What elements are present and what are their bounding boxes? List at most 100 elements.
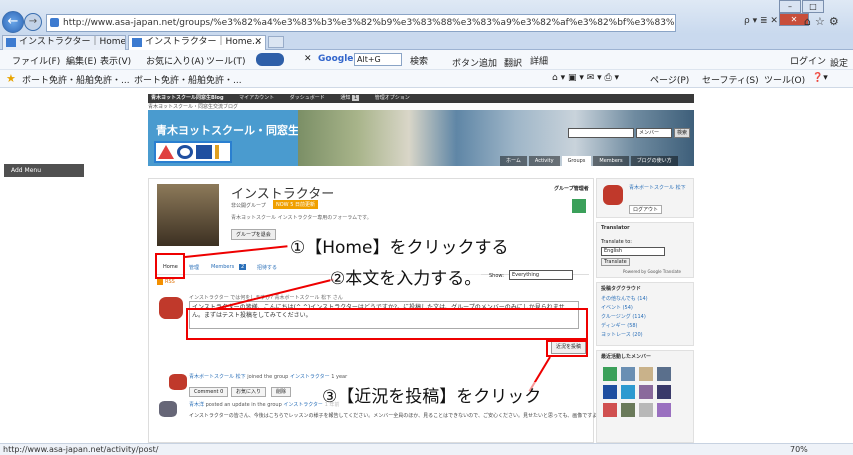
menu-tools[interactable]: ツール(T) [206,54,246,67]
tab-page-icon [132,38,142,47]
member-avatar[interactable] [657,403,671,417]
google-search-field[interactable]: Alt+G [354,53,402,66]
member-avatar[interactable] [639,367,653,381]
tab-label: インストラクター｜Home... [145,37,261,47]
logout-button[interactable]: ログアウト [629,205,663,214]
menu-view[interactable]: 表示(V) [100,54,131,67]
detail-button[interactable]: 詳細 [530,54,548,67]
activity-2-avatar[interactable] [159,401,177,417]
member-avatar[interactable] [621,367,635,381]
nav-blog-guide[interactable]: ブログの使い方 [630,156,678,166]
member-avatar[interactable] [621,385,635,399]
activity-2-line: 青木洋 posted an update in the group インストラク… [189,401,339,408]
right-sidebar: 青木ボートスクール 松下 ログアウト Translator Translate … [596,178,694,443]
nav-activity[interactable]: Activity [528,156,560,166]
profile-avatar[interactable] [603,185,623,205]
toolbar-pill-icon[interactable] [256,53,284,66]
google-logo: Google [318,54,354,64]
member-avatar[interactable] [603,403,617,417]
favorites-star-icon[interactable]: ★ [6,72,16,85]
language-select[interactable]: English [601,247,665,256]
menu-favorites[interactable]: お気に入り(A) [146,54,204,67]
menu-edit[interactable]: 編集(E) [66,54,97,67]
nav-members[interactable]: Members [593,156,629,166]
tag-item[interactable]: その他なんでも (14) [597,294,693,303]
login-button[interactable]: ログイン [790,54,826,67]
zoom-level[interactable]: 70% [790,444,808,455]
member-avatar[interactable] [657,367,671,381]
fav-link-1[interactable]: ボート免許・船舶免許・... [22,73,130,86]
site-search-button[interactable]: 検索 [674,128,690,138]
member-avatar[interactable] [603,367,617,381]
comment-button[interactable]: Comment 0 [189,387,229,397]
profile-name[interactable]: 青木ボートスクール 松下 [625,183,690,192]
address-tools[interactable]: ρ ▾ ≣ ✕ [744,16,778,26]
translator-heading: Translator [601,225,630,231]
tab-2-active[interactable]: インストラクター｜Home... ✕ [128,35,266,50]
google-search-button[interactable]: 検索 [410,54,428,67]
forward-button[interactable]: → [24,13,42,31]
translate-button[interactable]: 翻訳 [504,56,522,69]
menu-file[interactable]: ファイル(F) [12,54,60,67]
tag-item[interactable]: イベント (54) [597,303,693,312]
annotation-step1: ①【Home】をクリックする [290,233,509,258]
rss-link[interactable]: RSS [157,279,175,285]
menu-page[interactable]: ページ(P) [650,73,689,86]
member-avatar[interactable] [639,385,653,399]
member-avatar[interactable] [657,385,671,399]
command-icons[interactable]: ⌂ ▾ ▣ ▾ ✉ ▾ ⎙ ▾ [552,73,619,83]
activity-2-group[interactable]: インストラクター [283,402,323,408]
menu-tools-cmd[interactable]: ツール(O) [764,73,805,86]
settings-button[interactable]: 設定 [830,56,848,69]
activity-avatar[interactable] [169,374,187,390]
member-avatar[interactable] [639,403,653,417]
activity-1-group[interactable]: インストラクター [290,374,330,380]
back-button[interactable]: ← [2,11,24,33]
search-type-select[interactable]: メンバー [636,128,672,138]
show-filter-select[interactable]: Everything [509,270,573,280]
tab-close-icon[interactable]: ✕ [254,36,262,49]
site-search-input[interactable] [568,128,634,138]
admin-bar-dashboard[interactable]: ダッシュボード [276,95,325,101]
favorite-button[interactable]: お気に入り [231,387,267,397]
translate-button[interactable]: Translate [601,258,630,266]
admin-bar-site[interactable]: 青木ヨットスクール同窓生Blog [148,95,224,101]
tag-item[interactable]: クルージング (114) [597,312,693,321]
leave-group-button[interactable]: グループを退会 [231,229,276,240]
new-tab-button[interactable] [268,36,284,48]
tag-item[interactable]: ヨットレース (20) [597,330,693,339]
address-bar[interactable]: http://www.asa-japan.net/groups/%e3%82%a… [46,14,676,32]
subnav-admin[interactable]: 管理 [189,264,199,271]
add-menu-panel[interactable]: Add Menu [4,164,84,177]
banner-nav: ホーム Activity Groups Members ブログの使い方 [498,155,678,166]
current-user-avatar[interactable] [159,297,183,319]
subnav-members[interactable]: Members [211,264,234,270]
tab-1[interactable]: インストラクター｜Home｜... [2,35,126,50]
home-star-gear-icons[interactable]: ⌂☆⚙ [804,15,843,28]
member-avatar[interactable] [621,403,635,417]
nav-groups[interactable]: Groups [561,156,592,166]
help-icon[interactable]: ❓▾ [812,73,828,83]
toolbar-close-icon[interactable]: ✕ [304,54,312,64]
nav-home[interactable]: ホーム [500,156,527,166]
add-button[interactable]: ボタン追加 [452,56,497,69]
activity-2-action: posted an update in the group [205,402,282,408]
menu-bar: ファイル(F) 編集(E) 表示(V) お気に入り(A) ツール(T) ✕ Go… [0,50,853,70]
delete-button[interactable]: 削除 [271,387,292,397]
tag-item[interactable]: ディンギー (58) [597,321,693,330]
activity-2-author[interactable]: 青木洋 [189,402,204,408]
admin-avatar[interactable] [572,199,586,213]
menu-safety[interactable]: セーフティ(S) [702,73,759,86]
fav-link-2[interactable]: ボート免許・船舶免許・... [134,73,242,86]
admin-bar-options[interactable]: 管理オプション [361,95,410,101]
maximize-icon[interactable]: □ [802,0,824,13]
group-admins-label: グループ管理者 [554,186,589,192]
minimize-icon[interactable]: – [779,0,801,13]
member-avatar[interactable] [603,385,617,399]
activity-1-author[interactable]: 青木ボートスクール 松下 [189,374,246,380]
admin-bar-notifications[interactable]: 通知 [326,95,350,101]
annotation-box-post [546,340,588,357]
logo-bar-icon [215,145,229,159]
admin-bar-account[interactable]: マイアカウント [225,95,274,101]
subnav-invite[interactable]: 招待する [257,264,277,271]
